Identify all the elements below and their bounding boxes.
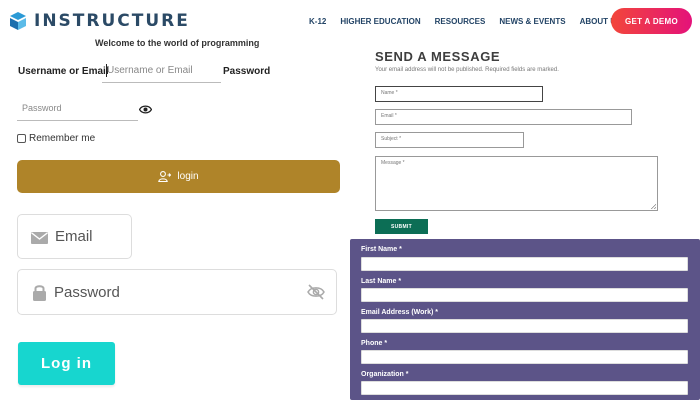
username-input[interactable] (102, 58, 221, 83)
eye-off-icon[interactable] (307, 284, 325, 300)
message-form-title: SEND A MESSAGE (375, 49, 501, 64)
email-field-label: Email (55, 228, 93, 245)
password-field[interactable]: Password (17, 269, 337, 315)
password-input[interactable] (17, 96, 138, 121)
nav-item-k12[interactable]: K-12 (309, 17, 326, 26)
user-login-icon (158, 171, 172, 183)
remember-me-checkbox[interactable] (17, 134, 26, 143)
remember-me-label: Remember me (29, 133, 96, 144)
first-name-label: First Name * (361, 246, 402, 253)
log-in-button[interactable]: Log in (18, 342, 115, 385)
nav-item-resources[interactable]: RESOURCES (435, 17, 486, 26)
remember-me[interactable]: Remember me (17, 133, 95, 144)
message-textarea[interactable]: Message * (375, 156, 658, 211)
phone-label: Phone * (361, 340, 388, 347)
login-button[interactable]: login (17, 160, 340, 193)
brand-logo[interactable]: INSTRUCTURE (10, 11, 190, 31)
work-email-label: Email Address (Work) * (361, 309, 439, 316)
envelope-icon (31, 231, 48, 244)
work-email-input[interactable] (361, 319, 688, 333)
logo-wordmark: INSTRUCTURE (34, 11, 190, 31)
nav-item-higher-education[interactable]: HIGHER EDUCATION (340, 17, 420, 26)
email-field[interactable]: Email (17, 214, 132, 259)
first-name-input[interactable] (361, 257, 688, 271)
message-form-note: Your email address will not be published… (375, 67, 559, 73)
password-label: Password (223, 66, 271, 77)
username-label: Username or Email (18, 66, 109, 77)
name-field[interactable]: Name * (375, 86, 543, 102)
phone-input[interactable] (361, 350, 688, 364)
login-button-label: login (177, 171, 199, 182)
eye-icon[interactable] (138, 102, 153, 114)
last-name-label: Last Name * (361, 278, 402, 285)
subject-field[interactable]: Subject * (375, 132, 524, 148)
organization-input[interactable] (361, 381, 688, 395)
resize-handle[interactable] (651, 204, 656, 209)
submit-button[interactable]: SUBMIT (375, 219, 428, 234)
main-nav: K-12 HIGHER EDUCATION RESOURCES NEWS & E… (309, 17, 635, 26)
text-caret (106, 64, 107, 77)
lock-icon (32, 284, 47, 301)
email-input[interactable]: Email * (375, 109, 632, 125)
nav-item-news-events[interactable]: NEWS & EVENTS (499, 17, 565, 26)
organization-label: Organization * (361, 371, 409, 378)
site-header: INSTRUCTURE K-12 HIGHER EDUCATION RESOUR… (0, 0, 700, 42)
instructure-logo-icon (10, 12, 26, 30)
last-name-input[interactable] (361, 288, 688, 302)
password-field-label: Password (54, 283, 120, 301)
welcome-text: Welcome to the world of programming (95, 38, 260, 48)
message-placeholder: Message * (381, 160, 405, 166)
get-demo-button[interactable]: GET A DEMO (611, 8, 692, 34)
